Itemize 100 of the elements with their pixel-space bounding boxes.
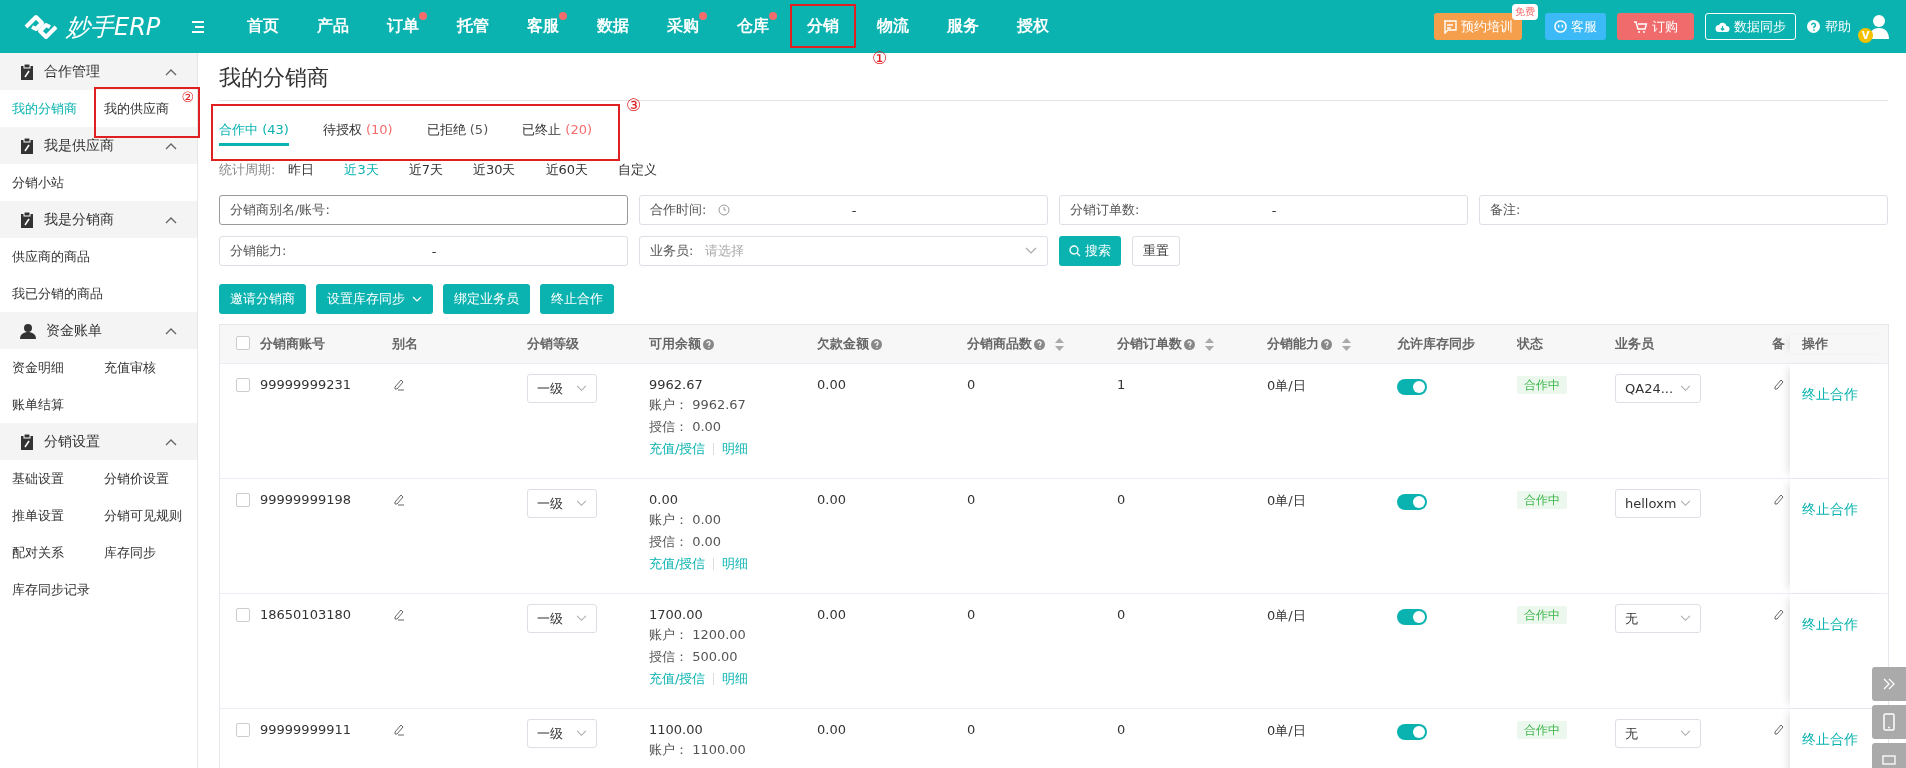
vip-badge: V xyxy=(1858,27,1873,43)
notification-dot xyxy=(769,12,777,20)
help-icon xyxy=(871,338,882,350)
table-cell-text: 1700.00 xyxy=(649,607,704,622)
sidebar-group-header[interactable]: 我是分销商 xyxy=(0,201,197,238)
table-cell: 99999999911 xyxy=(260,722,351,737)
sidebar-group-header[interactable]: 分销设置 xyxy=(0,423,197,460)
mobile-button[interactable] xyxy=(1872,705,1906,739)
sidebar-group-header[interactable]: 我是供应商 xyxy=(0,127,197,164)
row-checkbox[interactable] xyxy=(236,608,250,622)
help-icon xyxy=(1184,338,1195,350)
annotation-number: ② xyxy=(181,89,194,105)
level-select[interactable]: 一级 xyxy=(527,719,597,748)
chevron-down-icon xyxy=(576,500,587,507)
range-field[interactable]: 分销订单数: - xyxy=(1059,195,1468,225)
chevron-down-icon xyxy=(1680,385,1691,392)
level-select[interactable]: 一级 xyxy=(527,489,597,518)
tab[interactable]: 待授权 (10) xyxy=(322,120,393,146)
period-label: 统计周期: xyxy=(219,161,276,179)
sidebar-item[interactable]: 基础设置 xyxy=(12,469,64,488)
column-header: 状态 xyxy=(1517,335,1543,353)
search-icon xyxy=(1069,245,1081,257)
sidebar-group-header[interactable]: 合作管理 xyxy=(0,53,197,90)
clock-icon xyxy=(718,204,731,216)
sidebar-item[interactable]: 账单结算 xyxy=(12,395,64,414)
column-header: 分销订单数 xyxy=(1117,335,1182,353)
pencil-icon[interactable] xyxy=(392,607,406,621)
reset-button[interactable]: 重置 xyxy=(1132,236,1180,266)
text-field[interactable]: 备注: xyxy=(1479,195,1888,225)
sidebar-item[interactable]: 库存同步 xyxy=(104,543,156,562)
sidebar-item[interactable]: 分销可见规则 xyxy=(104,506,182,525)
chevron-down-icon xyxy=(576,730,587,737)
collapse-button[interactable] xyxy=(1872,667,1906,701)
menu-icon[interactable] xyxy=(190,19,206,34)
tab[interactable]: 已拒绝 (5) xyxy=(426,120,489,146)
salesman-select[interactable]: helloxm xyxy=(1615,489,1701,518)
sort-icon[interactable] xyxy=(1055,337,1064,351)
table-cell: 0 xyxy=(1117,492,1126,507)
text-field[interactable]: 分销商别名/账号: xyxy=(219,195,628,225)
toggle-switch[interactable] xyxy=(1397,494,1427,510)
sidebar-item[interactable]: 充值审核 xyxy=(104,358,156,377)
column-header: 欠款金额 xyxy=(817,335,869,353)
row-checkbox[interactable] xyxy=(236,723,250,737)
sidebar-item[interactable]: 推单设置 xyxy=(12,506,64,525)
person-icon xyxy=(20,322,36,339)
sidebar-item[interactable]: 我的供应商 xyxy=(104,99,169,118)
toggle-switch[interactable] xyxy=(1397,724,1427,740)
feedback-button[interactable] xyxy=(1872,743,1906,768)
range-field[interactable]: 分销能力: - xyxy=(219,236,628,266)
select-all-checkbox[interactable] xyxy=(236,335,250,350)
period-option[interactable]: 自定义 xyxy=(618,161,658,179)
chevron-down-icon xyxy=(1680,615,1691,622)
row-checkbox[interactable] xyxy=(236,493,250,507)
sort-icon[interactable] xyxy=(1205,337,1214,351)
pencil-icon[interactable] xyxy=(392,722,406,736)
table-cell-text: 9962.67 xyxy=(649,377,704,392)
pencil-icon[interactable] xyxy=(1772,377,1784,391)
sidebar-item[interactable]: 我已分销的商品 xyxy=(12,284,103,303)
notification-dot xyxy=(699,12,707,20)
row-checkbox[interactable] xyxy=(236,378,250,392)
period-option[interactable]: 近30天 xyxy=(472,161,516,179)
pencil-icon[interactable] xyxy=(1772,722,1784,736)
clipboard-icon xyxy=(20,63,34,80)
table-cell: 0.00 xyxy=(817,722,846,737)
sidebar-item[interactable]: 供应商的商品 xyxy=(12,247,90,266)
sidebar-item[interactable]: 资金明细 xyxy=(12,358,64,377)
level-select[interactable]: 一级 xyxy=(527,374,597,403)
sidebar-item[interactable]: 配对关系 xyxy=(12,543,64,562)
period-option[interactable]: 昨日 xyxy=(288,161,315,179)
pencil-icon[interactable] xyxy=(392,377,406,391)
table-cell: 0 xyxy=(1117,722,1126,737)
clipboard-icon xyxy=(20,211,34,228)
table-cell: 0 xyxy=(1117,607,1126,622)
sidebar-item[interactable]: 分销小站 xyxy=(12,173,64,192)
chevron-down-icon xyxy=(412,296,422,302)
toggle-switch[interactable] xyxy=(1397,609,1427,625)
toggle-switch[interactable] xyxy=(1397,379,1427,395)
clipboard-icon xyxy=(20,137,34,154)
select-field[interactable]: 业务员: 请选择 xyxy=(639,236,1048,266)
help-icon xyxy=(703,338,714,350)
chat-icon xyxy=(1443,19,1457,34)
pencil-icon[interactable] xyxy=(1772,607,1784,621)
annotation-number: ③ xyxy=(626,95,642,115)
pencil-icon[interactable] xyxy=(392,492,406,506)
column-header: 业务员 xyxy=(1615,335,1654,353)
sidebar-item[interactable]: 库存同步记录 xyxy=(12,580,90,599)
sort-icon[interactable] xyxy=(1342,337,1351,351)
period-option[interactable]: 近60天 xyxy=(545,161,589,179)
tab[interactable]: 已终止 (20) xyxy=(522,120,593,146)
salesman-select[interactable]: 无 xyxy=(1615,719,1701,748)
column-header: 分销等级 xyxy=(527,335,579,353)
salesman-select[interactable]: QA24... xyxy=(1615,374,1701,403)
range-field[interactable]: 合作时间: - xyxy=(639,195,1048,225)
credit-text: 授信： 0.00 xyxy=(649,418,723,436)
period-option[interactable]: 近7天 xyxy=(408,161,443,179)
pencil-icon[interactable] xyxy=(1772,492,1784,506)
sidebar-item[interactable]: 分销价设置 xyxy=(104,469,169,488)
sidebar-group-header[interactable]: 资金账单 xyxy=(0,312,197,349)
salesman-select[interactable]: 无 xyxy=(1615,604,1701,633)
level-select[interactable]: 一级 xyxy=(527,604,597,633)
